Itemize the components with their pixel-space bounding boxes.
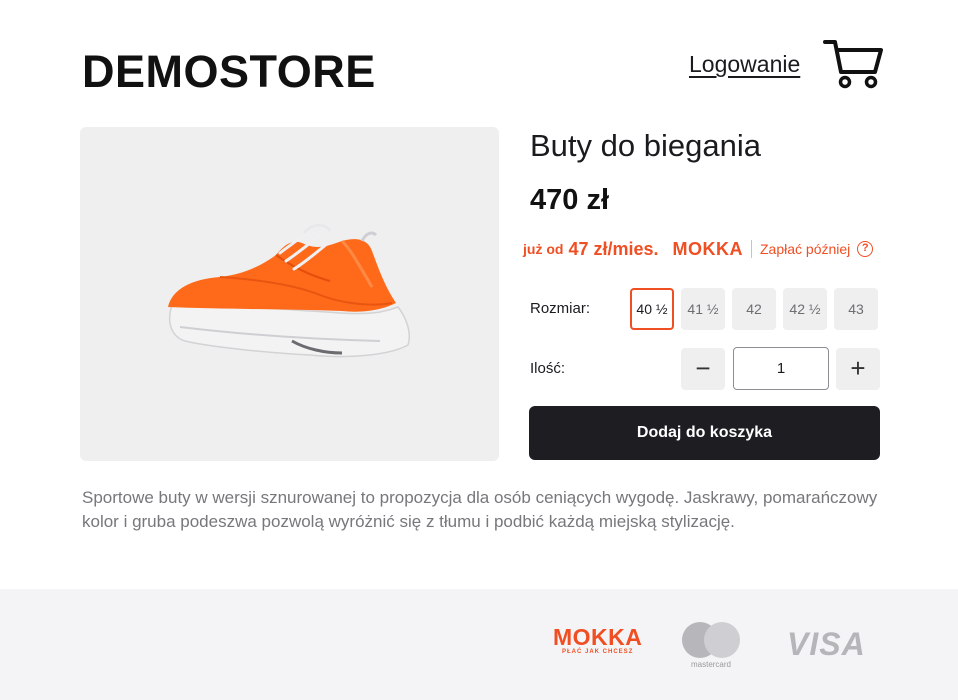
size-option-40-5[interactable]: 40 ½ xyxy=(630,288,674,330)
increase-quantity-button[interactable]: + xyxy=(836,347,880,390)
mastercard-text: mastercard xyxy=(690,660,731,669)
size-selector: 40 ½ 41 ½ 42 42 ½ 43 xyxy=(630,288,878,330)
visa-logo: VISA xyxy=(787,626,866,662)
product-title: Buty do biegania xyxy=(530,128,761,163)
footer-mokka-logo: MOKKA PŁAĆ JAK CHCESZ xyxy=(553,625,642,655)
quantity-stepper: − + xyxy=(681,347,880,390)
quantity-input[interactable] xyxy=(733,347,829,390)
size-option-41-5[interactable]: 41 ½ xyxy=(681,288,725,330)
installment-prefix: już od xyxy=(523,241,564,257)
add-to-cart-button[interactable]: Dodaj do koszyka xyxy=(529,406,880,460)
size-option-43[interactable]: 43 xyxy=(834,288,878,330)
decrease-quantity-button[interactable]: − xyxy=(681,347,725,390)
mokka-logo: MOKKA xyxy=(672,238,743,259)
mastercard-circles-icon xyxy=(682,622,740,658)
divider xyxy=(751,240,752,258)
header: DEMOSTORE Logowanie xyxy=(0,0,958,120)
size-option-42[interactable]: 42 xyxy=(732,288,776,330)
quantity-label: Ilość: xyxy=(530,360,566,377)
installment-amount: 47 zł/mies. xyxy=(568,238,659,259)
sneaker-image xyxy=(168,224,410,358)
mastercard-logo: mastercard xyxy=(681,622,741,669)
mokka-tagline: PŁAĆ JAK CHCESZ xyxy=(562,649,634,655)
size-label: Rozmiar: xyxy=(530,300,591,317)
product-price: 470 zł xyxy=(530,184,609,216)
product-image xyxy=(80,127,499,461)
product-description: Sportowe buty w wersji sznurowanej to pr… xyxy=(82,488,878,531)
cart-button[interactable] xyxy=(823,38,885,90)
footer: MOKKA PŁAĆ JAK CHCESZ mastercard VISA xyxy=(0,589,958,700)
mokka-brand: MOKKA xyxy=(553,624,643,650)
cart-icon xyxy=(823,40,883,89)
pay-later-link[interactable]: Zapłać później xyxy=(760,241,850,257)
help-icon[interactable]: ? xyxy=(857,241,874,257)
login-link[interactable]: Logowanie xyxy=(689,51,800,78)
store-logo[interactable]: DEMOSTORE xyxy=(82,46,376,98)
size-option-42-5[interactable]: 42 ½ xyxy=(783,288,827,330)
mokka-installments[interactable]: już od 47 zł/mies. MOKKA Zapłać później … xyxy=(523,236,874,262)
